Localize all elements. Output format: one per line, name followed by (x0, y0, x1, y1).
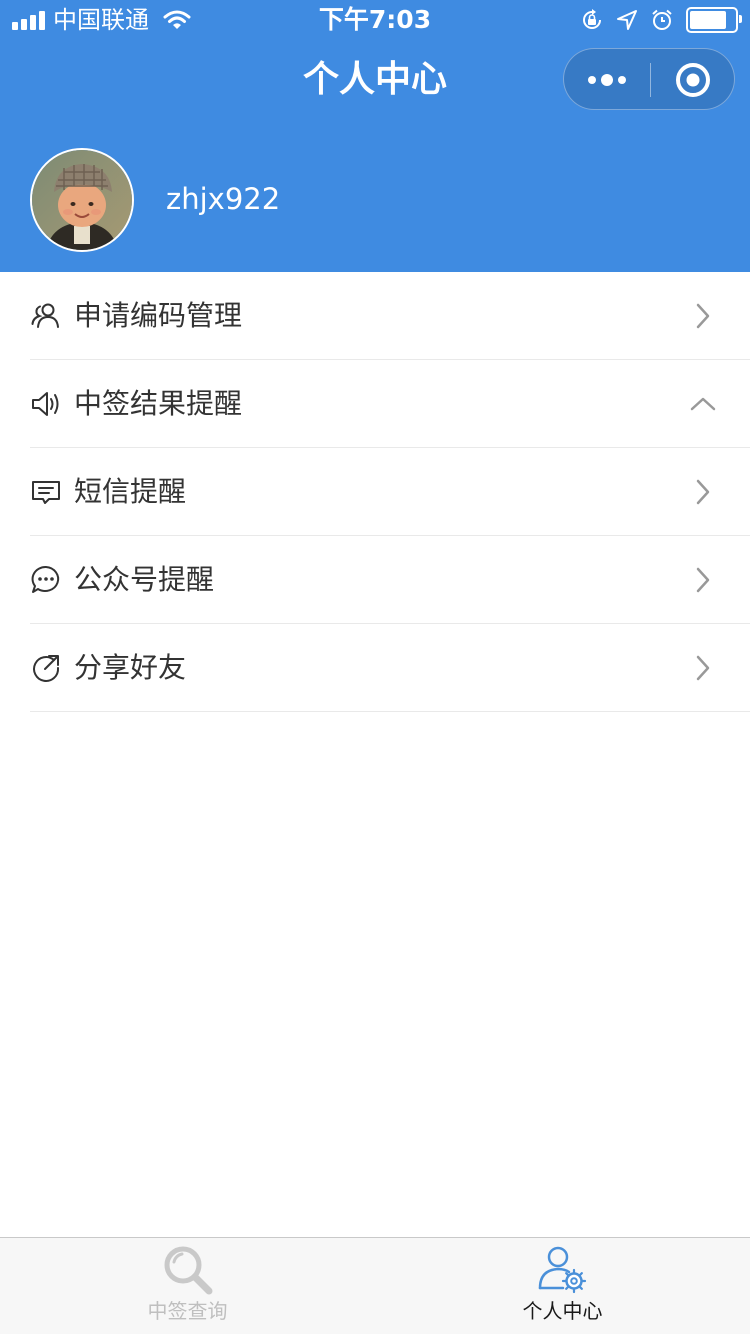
mini-program-capsule (563, 48, 735, 110)
menu-item-label: 公众号提醒 (74, 563, 215, 596)
tab-label: 中签查询 (147, 1299, 228, 1323)
more-dots-icon (588, 74, 626, 86)
menu-list: 申请编码管理 中签结果提醒 短信提醒 公众号提醒 分享好友 (0, 272, 750, 712)
menu-item-sms-reminder[interactable]: 短信提醒 (0, 448, 750, 536)
battery-icon (686, 7, 742, 33)
menu-item-label: 申请编码管理 (74, 299, 243, 332)
menu-item-code-management[interactable]: 申请编码管理 (0, 272, 750, 360)
header: 中国联通 下午7:03 个人中心 zhjx922 (0, 0, 750, 272)
users-icon (31, 303, 59, 328)
tab-bar: 中签查询 个人中心 (0, 1237, 750, 1334)
username: zhjx922 (166, 182, 281, 216)
tab-personal-center[interactable]: 个人中心 (375, 1238, 750, 1334)
close-button[interactable] (650, 49, 736, 111)
rotation-lock-icon (583, 9, 601, 29)
avatar[interactable] (30, 148, 134, 252)
menu-item-label: 中签结果提醒 (74, 387, 243, 420)
chat-bubble-icon (31, 565, 60, 593)
user-settings-icon (538, 1246, 587, 1294)
status-bar: 中国联通 下午7:03 (0, 0, 750, 40)
chevron-right-icon (696, 479, 710, 505)
share-icon (33, 655, 60, 682)
chevron-right-icon (696, 567, 710, 593)
menu-item-official-account-reminder[interactable]: 公众号提醒 (0, 536, 750, 624)
chevron-right-icon (696, 303, 710, 329)
location-arrow-icon (617, 10, 637, 30)
target-circle-icon (676, 63, 710, 97)
more-button[interactable] (564, 49, 650, 111)
menu-item-result-reminder[interactable]: 中签结果提醒 (0, 360, 750, 448)
menu-item-share-friends[interactable]: 分享好友 (0, 624, 750, 712)
search-icon (164, 1246, 213, 1295)
chevron-up-icon (690, 397, 716, 411)
menu-item-label: 分享好友 (74, 651, 187, 684)
tab-lottery-query[interactable]: 中签查询 (0, 1238, 375, 1334)
alarm-clock-icon (652, 9, 672, 30)
speaker-icon (32, 392, 59, 416)
avatar-photo (32, 150, 132, 250)
menu-item-label: 短信提醒 (74, 475, 187, 508)
tab-label: 个人中心 (522, 1299, 603, 1323)
message-box-icon (32, 481, 60, 504)
chevron-right-icon (696, 655, 710, 681)
